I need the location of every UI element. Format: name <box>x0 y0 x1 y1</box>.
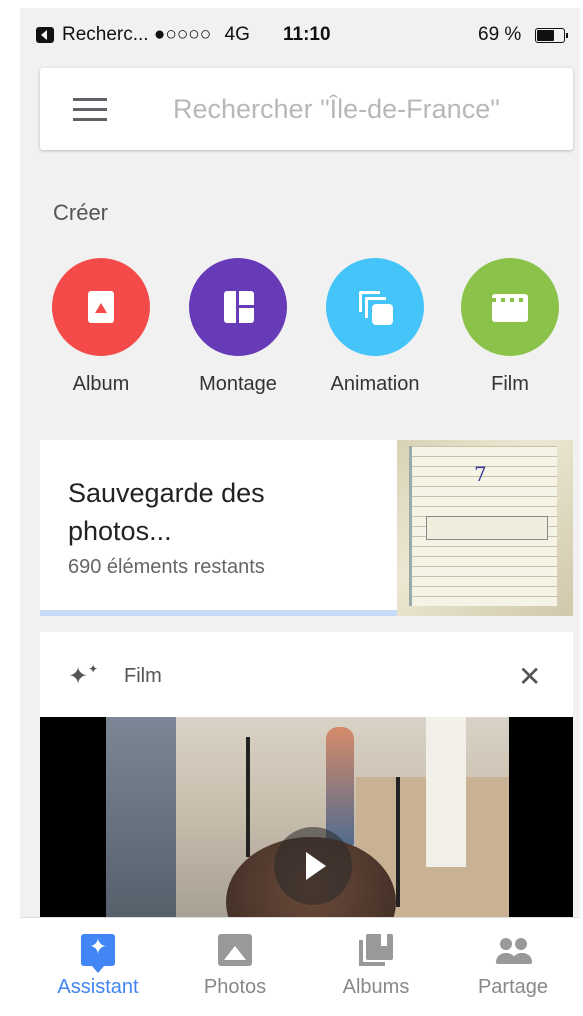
search-bar[interactable]: Rechercher "Île-de-France" <box>40 68 573 150</box>
battery-fill <box>537 30 554 41</box>
battery-percentage: 69 % <box>478 24 522 45</box>
battery-icon <box>535 28 568 43</box>
notebook-page: 7 <box>409 446 557 606</box>
albums-icon <box>359 934 393 966</box>
nav-albums-label: Albums <box>342 976 410 998</box>
collage-icon[interactable] <box>189 258 287 356</box>
network-type: 4G <box>224 24 250 45</box>
film-card-label: Film <box>124 665 162 687</box>
film-icon[interactable] <box>461 258 559 356</box>
album-icon[interactable] <box>52 258 150 356</box>
nav-sharing[interactable]: Partage <box>443 918 580 1012</box>
create-collage-label: Montage <box>199 373 277 395</box>
create-film-button[interactable]: Film <box>445 258 575 408</box>
nav-sharing-label: Partage <box>477 976 549 998</box>
nav-photos[interactable]: Photos <box>165 918 305 1012</box>
search-input[interactable]: Rechercher "Île-de-France" <box>173 94 500 125</box>
create-animation-button[interactable]: Animation <box>310 258 440 408</box>
nav-albums[interactable]: Albums <box>306 918 446 1012</box>
create-section-title: Créer <box>53 200 109 225</box>
notebook-box <box>426 516 548 540</box>
backup-photo-thumbnail: 7 <box>397 440 573 616</box>
create-actions: Album Montage Animation Film <box>20 258 580 408</box>
backup-status-card[interactable]: Sauvegarde des photos... 690 éléments re… <box>40 440 573 616</box>
notebook-date-number: 7 <box>474 462 487 486</box>
signal-strength: ●○○○○ <box>153 24 212 45</box>
hamburger-menu-icon[interactable] <box>73 98 107 121</box>
nav-assistant[interactable]: Assistant <box>28 918 168 1012</box>
nav-photos-label: Photos <box>203 976 267 998</box>
film-suggestion-card[interactable]: ✦✦ Film ✕ <box>40 632 573 917</box>
create-album-button[interactable]: Album <box>36 258 166 408</box>
photos-icon <box>218 934 252 966</box>
film-video-preview[interactable] <box>40 717 573 917</box>
sharing-icon <box>496 934 532 966</box>
create-album-label: Album <box>72 373 130 395</box>
play-icon[interactable] <box>274 827 352 905</box>
close-icon[interactable]: ✕ <box>518 660 541 693</box>
bottom-navigation: Assistant Photos Albums Partage <box>20 917 580 1012</box>
backup-title: Sauvegarde des photos... <box>68 478 265 546</box>
create-film-label: Film <box>491 373 529 395</box>
nav-assistant-label: Assistant <box>57 976 139 998</box>
back-app-label[interactable]: Recherc... <box>62 24 149 45</box>
animation-icon[interactable] <box>326 258 424 356</box>
backup-remaining-count: 690 éléments restants <box>68 556 265 578</box>
create-collage-button[interactable]: Montage <box>173 258 303 408</box>
back-to-app-icon[interactable] <box>36 27 54 43</box>
sparkle-icon: ✦✦ <box>68 662 99 690</box>
status-bar: Recherc... ●○○○○ 4G 11:10 69 % <box>20 8 580 60</box>
create-animation-label: Animation <box>330 373 420 395</box>
backup-progress-bar <box>40 610 397 616</box>
assistant-icon <box>81 934 115 973</box>
app-screen: Recherc... ●○○○○ 4G 11:10 69 % Recherche… <box>20 8 580 1012</box>
status-left: Recherc... ●○○○○ 4G <box>62 24 250 46</box>
clock: 11:10 <box>283 24 331 45</box>
